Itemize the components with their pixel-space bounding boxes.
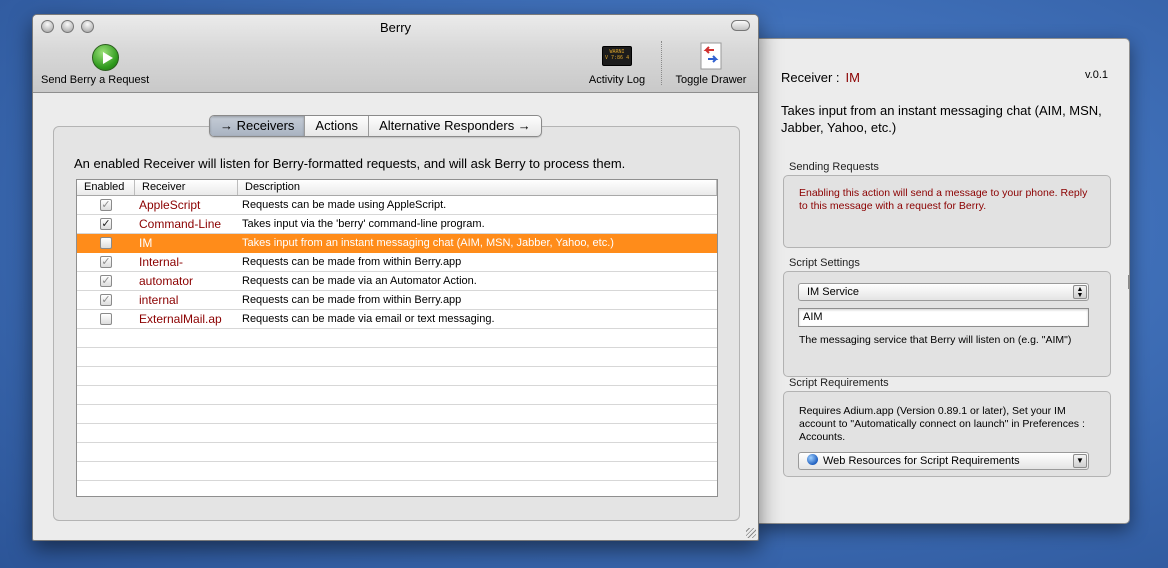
empty-table-row — [77, 367, 717, 386]
script-requirements-box: Requires Adium.app (Version 0.89.1 or la… — [783, 391, 1111, 477]
table-row[interactable]: ✓ AppleScript Requests can be made using… — [77, 196, 717, 215]
drawer-title-prefix: Receiver : — [781, 70, 840, 85]
send-request-label: Send Berry a Request — [41, 74, 150, 86]
enabled-checkbox[interactable]: ✓ — [100, 199, 112, 211]
enabled-checkbox[interactable] — [100, 237, 112, 249]
drawer-title-name: IM — [845, 70, 860, 85]
receivers-table[interactable]: Enabled Receiver Description ✓ AppleScri… — [76, 179, 718, 497]
empty-table-row — [77, 405, 717, 424]
web-resources-select[interactable]: Web Resources for Script Requirements ▼ — [798, 452, 1089, 470]
send-request-button[interactable]: Send Berry a Request — [41, 44, 161, 90]
receiver-drawer: Receiver : IM v.0.1 Takes input from an i… — [756, 38, 1130, 524]
enabled-checkbox[interactable]: ✓ — [100, 294, 112, 306]
tab-alternative-responders[interactable]: Alternative Responders → — [369, 116, 541, 136]
receiver-description: Takes input from an instant messaging ch… — [242, 237, 614, 249]
sending-requests-box: Enabling this action will send a message… — [783, 175, 1111, 248]
enabled-checkbox[interactable]: ✓ — [100, 275, 112, 287]
empty-table-row — [77, 424, 717, 443]
table-header: Enabled Receiver Description — [77, 180, 717, 196]
receiver-name: AppleScript — [139, 198, 201, 212]
column-header-description[interactable]: Description — [238, 180, 717, 195]
toggle-drawer-icon — [700, 42, 722, 70]
receiver-name: automator — [139, 274, 194, 288]
script-requirements-text: Requires Adium.app (Version 0.89.1 or la… — [799, 405, 1085, 443]
receiver-description: Requests can be made via email or text m… — [242, 313, 495, 325]
activity-log-button[interactable]: WARNI V 7:86 4 Activity Log — [581, 44, 653, 90]
updown-arrows-icon: ▲ ▼ — [1073, 285, 1087, 299]
empty-table-row — [77, 386, 717, 405]
title-bar: Berry Send Berry a Request WARNI V 7:86 … — [33, 15, 758, 93]
chevron-down-icon: ▼ — [1073, 454, 1087, 468]
version-label: v.0.1 — [1084, 69, 1108, 81]
receiver-description: Requests can be made via an Automator Ac… — [242, 275, 477, 287]
enabled-checkbox[interactable] — [100, 313, 112, 325]
empty-table-row — [77, 443, 717, 462]
table-row[interactable]: ✓ Internal- Requests can be made from wi… — [77, 253, 717, 272]
toolbar-separator — [661, 41, 662, 85]
table-row[interactable]: ExternalMail.ap Requests can be made via… — [77, 310, 717, 329]
tab-bar: → Receivers Actions Alternative Responde… — [209, 115, 542, 137]
receiver-description: Requests can be made from within Berry.a… — [242, 256, 462, 268]
table-row[interactable]: ✓ automator Requests can be made via an … — [77, 272, 717, 291]
tab-receivers[interactable]: → Receivers — [210, 116, 306, 136]
berry-window: Berry Send Berry a Request WARNI V 7:86 … — [32, 14, 759, 541]
console-log-icon: WARNI V 7:86 4 — [602, 46, 632, 66]
empty-table-row — [77, 481, 717, 496]
receiver-description: Takes input via the 'berry' command-line… — [242, 218, 485, 230]
table-row[interactable]: ✓ Command-Line Takes input via the 'berr… — [77, 215, 717, 234]
sending-requests-text: Enabling this action will send a message… — [799, 187, 1088, 212]
enabled-checkbox[interactable]: ✓ — [100, 256, 112, 268]
receiver-name: IM — [139, 236, 153, 250]
drawer-resize-handle[interactable] — [1128, 275, 1130, 289]
toolbar-toggle-button[interactable] — [731, 20, 750, 31]
script-settings-label: Script Settings — [789, 257, 860, 269]
im-service-select-value: IM Service — [807, 286, 859, 298]
drawer-title: Receiver : IM — [781, 70, 860, 85]
receivers-intro-text: An enabled Receiver will listen for Berr… — [74, 156, 626, 171]
web-resources-label: Web Resources for Script Requirements — [823, 455, 1020, 467]
table-row[interactable]: ✓ internal Requests can be made from wit… — [77, 291, 717, 310]
column-header-receiver[interactable]: Receiver — [135, 180, 238, 195]
window-resize-grip[interactable] — [746, 528, 756, 538]
toggle-drawer-label: Toggle Drawer — [675, 74, 747, 86]
enabled-checkbox[interactable]: ✓ — [100, 218, 112, 230]
im-service-select[interactable]: IM Service ▲ ▼ — [798, 283, 1089, 301]
sending-requests-label: Sending Requests — [789, 161, 879, 173]
empty-table-row — [77, 462, 717, 481]
receiver-name: Command-Line — [139, 217, 222, 231]
im-service-field[interactable]: AIM — [798, 308, 1089, 327]
receiver-description: Requests can be made from within Berry.a… — [242, 294, 462, 306]
script-settings-box: IM Service ▲ ▼ AIM The messaging service … — [783, 271, 1111, 377]
im-service-hint: The messaging service that Berry will li… — [799, 334, 1072, 346]
table-row-selected[interactable]: IM Takes input from an instant messaging… — [77, 234, 717, 253]
empty-table-row — [77, 329, 717, 348]
receiver-name: Internal- — [139, 255, 184, 269]
receiver-description: Requests can be made using AppleScript. — [242, 199, 447, 211]
tab-actions[interactable]: Actions — [305, 116, 370, 136]
play-icon — [92, 44, 119, 71]
receiver-name: internal — [139, 293, 179, 307]
column-header-enabled[interactable]: Enabled — [77, 180, 135, 195]
script-requirements-label: Script Requirements — [789, 377, 889, 389]
globe-icon — [807, 454, 818, 465]
window-title: Berry — [379, 20, 412, 35]
activity-log-label: Activity Log — [588, 74, 646, 86]
receiver-name: ExternalMail.ap — [139, 312, 222, 326]
empty-table-row — [77, 348, 717, 367]
toggle-drawer-button[interactable]: Toggle Drawer — [669, 42, 753, 90]
drawer-description: Takes input from an instant messaging ch… — [781, 103, 1102, 135]
